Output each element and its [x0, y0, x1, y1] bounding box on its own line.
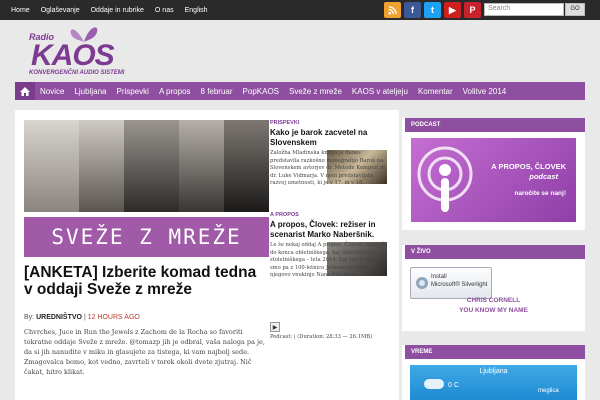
side-post-1-text: Založba Mladinska knjiga je danes predst…: [270, 150, 386, 186]
content-panel: SVEŽE Z MREŽE [ANKETA] Izberite komad te…: [15, 110, 399, 400]
topnav-oddaje[interactable]: Oddaje in rubrike: [91, 7, 144, 14]
nav-a-propos[interactable]: A propos: [154, 87, 196, 96]
now-playing-artist: CHRIS CORNELL: [466, 297, 521, 304]
feature-excerpt: Chvrches, Juce in Run the Jewels z Zacho…: [24, 328, 265, 376]
topnav-home[interactable]: Home: [11, 7, 30, 14]
logo-kaos: KAOS: [31, 39, 115, 72]
top-nav: Home Oglaševanje Oddaje in rubrike O nas…: [11, 0, 208, 20]
youtube-icon[interactable]: ▶: [444, 2, 461, 18]
side-post-2-text: Le še nekaj oddaj A propos, Človek! nas …: [270, 242, 387, 278]
nav-prispevki[interactable]: Prispevki: [111, 87, 153, 96]
podcast-line2: podcast: [529, 172, 558, 181]
nav-kaos-v-ateljeju[interactable]: KAOS v ateljeju: [347, 87, 413, 96]
nav-komentar[interactable]: Komentar: [413, 87, 458, 96]
feature-image[interactable]: SVEŽE Z MREŽE: [24, 120, 269, 258]
search-input[interactable]: Search: [484, 3, 564, 16]
nav-sveze-z-mreze[interactable]: Sveže z mreže: [284, 87, 347, 96]
home-icon[interactable]: [15, 82, 35, 100]
social-icons: f t ▶ P: [384, 2, 481, 18]
feature-banner: SVEŽE Z MREŽE: [24, 217, 269, 257]
facebook-icon[interactable]: f: [404, 2, 421, 18]
silverlight-install-button[interactable]: Install Microsoft® Silverlight: [410, 267, 492, 299]
photo-band-2: [79, 120, 124, 212]
rss-icon[interactable]: [384, 2, 401, 18]
photo-band-3: [124, 120, 179, 212]
podcast-line1: A PROPOS, ČLOVEK: [491, 162, 566, 171]
nav-volitve-2014[interactable]: Volitve 2014: [458, 87, 512, 96]
post-time: 12 HOURS AGO: [87, 314, 140, 321]
podcast-line: Podcast: | (Duration: 28:33 — 26.1MB): [270, 334, 373, 340]
podcast-widget: PODCAST A PROPOS, ČLOVEK podcast naročit…: [402, 118, 585, 230]
weather-city: Ljubljana: [479, 368, 508, 375]
topnav-english[interactable]: English: [185, 7, 208, 14]
side-post-2-category[interactable]: A PROPOS: [270, 212, 390, 218]
pinterest-icon[interactable]: P: [464, 2, 481, 18]
cloud-icon: [424, 379, 444, 389]
weather-condition: meglica: [538, 388, 559, 394]
podcast-banner[interactable]: A PROPOS, ČLOVEK podcast naročite se nan…: [411, 138, 576, 222]
twitter-icon[interactable]: t: [424, 2, 441, 18]
nav-popkaos[interactable]: PopKAOS: [238, 87, 284, 96]
podcast-player: ▶: [270, 322, 390, 332]
play-icon[interactable]: ▶: [270, 322, 280, 332]
now-playing-track: YOU KNOW MY NAME: [459, 307, 528, 314]
podcast-line3: naročite se nanj!: [514, 190, 566, 197]
live-widget-title: V ŽIVO: [402, 245, 585, 259]
nav-novice[interactable]: Novice: [35, 87, 69, 96]
search-go-button[interactable]: GO: [565, 3, 585, 16]
feature-headline[interactable]: [ANKETA] Izberite komad tedna v oddaji S…: [24, 264, 269, 298]
weather-box: Ljubljana 0 C meglica: [410, 365, 577, 400]
weather-widget-title: VREME: [402, 345, 585, 359]
install-line2: Microsoft® Silverlight: [431, 282, 488, 288]
site-logo[interactable]: Radio KAOS KONVERGENČNI AUDIO SISTEMI: [29, 22, 124, 80]
photo-band-1: [24, 120, 79, 212]
side-post-1-title[interactable]: Kako je barok zacvetel na Slovenskem: [270, 128, 390, 148]
nav-8-februar[interactable]: 8 februar: [196, 87, 238, 96]
by-label: By:: [24, 314, 35, 321]
main-nav: Novice Ljubljana Prispevki A propos 8 fe…: [15, 82, 585, 100]
podcast-icon: [417, 146, 473, 212]
author[interactable]: UREDNIŠTVO: [36, 314, 82, 321]
weather-widget: VREME Ljubljana 0 C meglica: [402, 345, 585, 400]
side-posts: PRISPEVKI Kako je barok zacvetel na Slov…: [270, 120, 390, 342]
photo-band-5: [224, 120, 269, 212]
logo-tagline: KONVERGENČNI AUDIO SISTEMI: [29, 70, 125, 76]
live-widget: V ŽIVO Install Microsoft® Silverlight CH…: [402, 245, 585, 331]
photo-band-4: [179, 120, 224, 212]
side-post-1-category[interactable]: PRISPEVKI: [270, 120, 390, 126]
side-post-2-body: Le še nekaj oddaj A propos, Človek! nas …: [270, 242, 390, 320]
nav-ljubljana[interactable]: Ljubljana: [69, 87, 111, 96]
topnav-o-nas[interactable]: O nas: [155, 7, 174, 14]
byline: By: UREDNIŠTVO | 12 HOURS AGO: [24, 314, 140, 321]
topnav-oglasevanje[interactable]: Oglaševanje: [41, 7, 80, 14]
side-post-1-body: Založba Mladinska knjiga je danes predst…: [270, 150, 390, 210]
silverlight-icon: [416, 277, 428, 289]
install-line1: Install: [431, 274, 447, 280]
side-post-2-title[interactable]: A propos, Človek: režiser in scenarist M…: [270, 220, 390, 240]
top-bar: Home Oglaševanje Oddaje in rubrike O nas…: [0, 0, 600, 20]
podcast-widget-title: PODCAST: [402, 118, 585, 132]
weather-temp: 0 C: [448, 382, 459, 389]
